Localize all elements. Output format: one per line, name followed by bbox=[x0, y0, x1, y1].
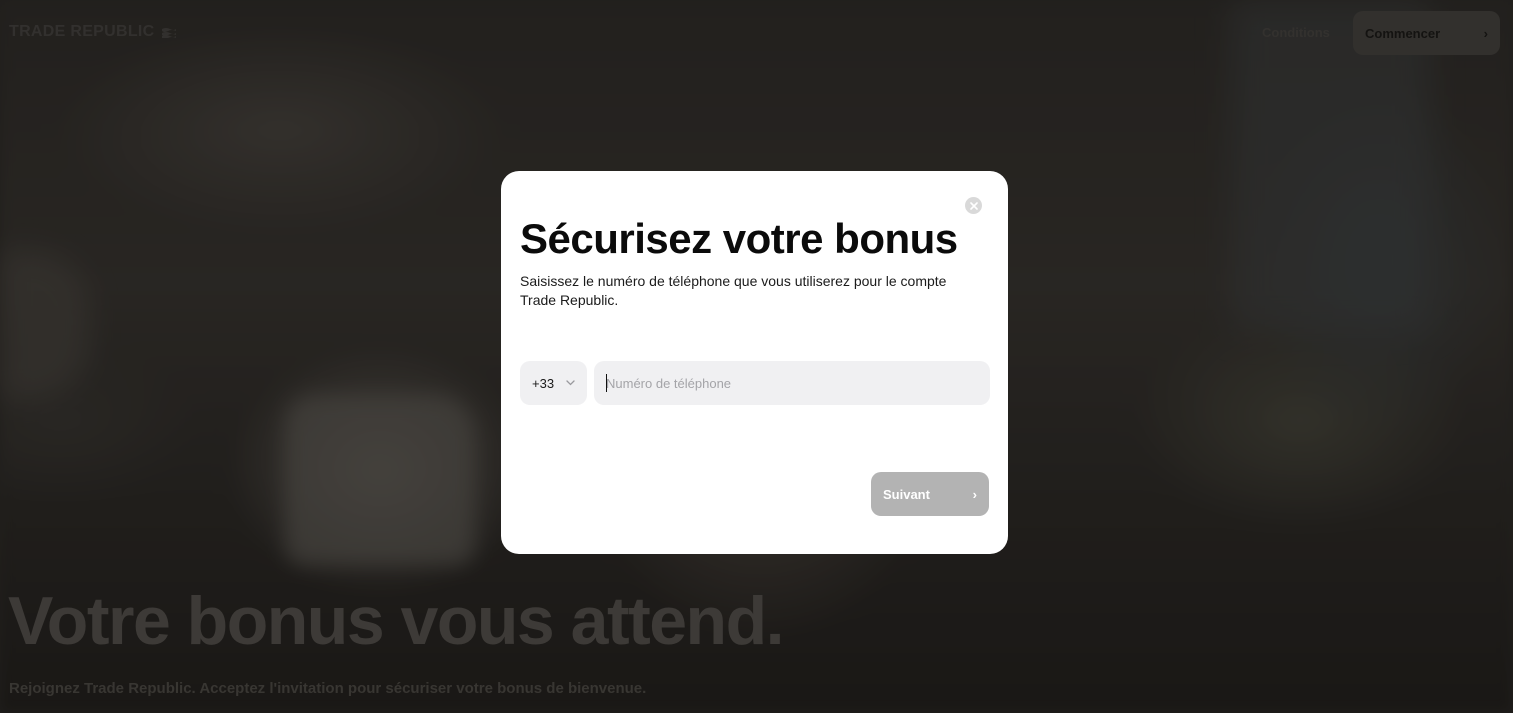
chevron-down-icon bbox=[566, 380, 575, 386]
close-icon[interactable] bbox=[965, 197, 982, 214]
text-caret bbox=[606, 374, 607, 392]
modal-description: Saisissez le numéro de téléphone que vou… bbox=[520, 273, 947, 308]
modal-title: Sécurisez votre bonus bbox=[520, 215, 958, 262]
next-button[interactable]: Suivant › bbox=[871, 472, 989, 516]
next-button-label: Suivant bbox=[883, 486, 930, 502]
country-code-value: +33 bbox=[532, 375, 555, 391]
bonus-modal: Sécurisez votre bonus Saisissez le numér… bbox=[501, 171, 1008, 554]
chevron-right-icon: › bbox=[972, 486, 977, 502]
phone-number-input[interactable] bbox=[594, 361, 990, 405]
page: TRADE REPUBLIC Conditions Commencer › Vo… bbox=[0, 0, 1513, 713]
country-code-select[interactable]: +33 bbox=[520, 361, 587, 405]
